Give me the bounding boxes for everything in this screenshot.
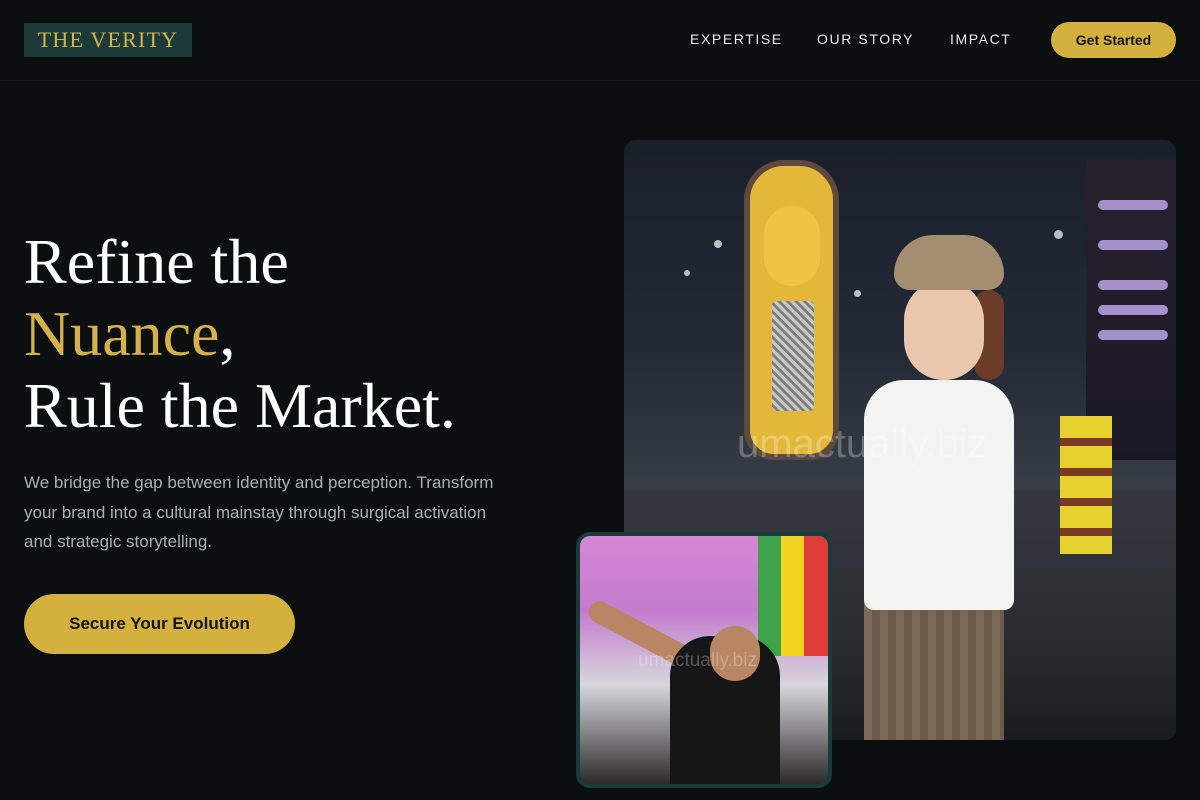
photo-watermark: umactually.biz	[737, 422, 988, 466]
headline-line-3: Rule the Market.	[24, 370, 456, 441]
sign-bar	[1098, 305, 1168, 315]
sign-bar	[1098, 200, 1168, 210]
hero-subtext: We bridge the gap between identity and p…	[24, 473, 494, 551]
site-header: THE VERITY EXPERTISE OUR STORY IMPACT Ge…	[0, 0, 1200, 81]
nav-link-expertise[interactable]: EXPERTISE	[690, 31, 783, 47]
booth-sign	[1086, 160, 1176, 460]
sign-bar	[1098, 280, 1168, 290]
nav-link-our-story[interactable]: OUR STORY	[817, 31, 914, 47]
hero-headline: Refine the Nuance, Rule the Market.	[24, 226, 584, 442]
photo-watermark: umactually.biz	[638, 650, 757, 671]
lion-face	[764, 206, 820, 286]
sign-bar	[1098, 330, 1168, 340]
brand-logo[interactable]: THE VERITY	[24, 23, 192, 57]
qr-code	[772, 301, 814, 411]
headline-line-1: Refine the	[24, 226, 289, 297]
booth-light	[854, 290, 861, 297]
flag-stripe	[758, 536, 828, 656]
headline-accent-word: Nuance	[24, 298, 220, 369]
model-trousers	[864, 600, 1004, 740]
booth-light	[684, 270, 690, 276]
hero-inset-photo: umactually.biz	[576, 532, 832, 788]
nav-link-impact[interactable]: IMPACT	[950, 31, 1011, 47]
model-cap	[894, 235, 1004, 290]
model-face	[904, 280, 984, 380]
lion-mascot-sign	[744, 160, 839, 460]
booth-light	[714, 240, 722, 248]
model-shirt	[864, 380, 1014, 610]
secure-evolution-button[interactable]: Secure Your Evolution	[24, 594, 295, 654]
get-started-button[interactable]: Get Started	[1051, 22, 1176, 58]
yellow-banner	[1060, 416, 1112, 554]
sign-bar	[1098, 240, 1168, 250]
booth-light	[1054, 230, 1063, 239]
headline-comma: ,	[219, 298, 236, 369]
